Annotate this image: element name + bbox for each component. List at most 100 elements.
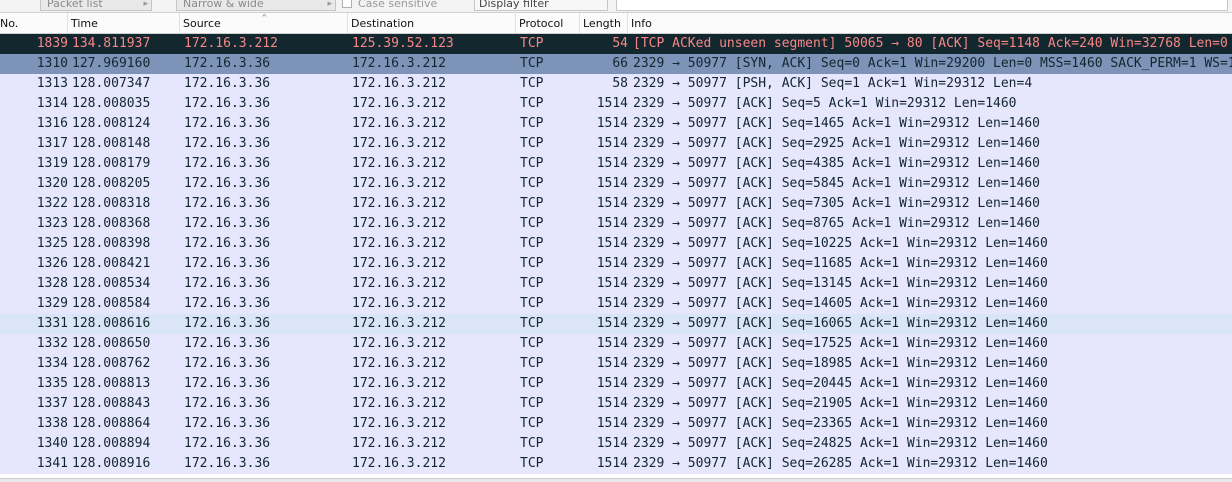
packet-list-header: No. Time Source Destination Protocol Len… <box>0 13 1232 34</box>
packet-source-cell: 172.16.3.36 <box>184 316 271 331</box>
search-in-dropdown[interactable]: Packet list ▸ <box>40 0 152 11</box>
packet-source-cell: 172.16.3.36 <box>184 56 271 71</box>
column-header-protocol[interactable]: Protocol <box>516 13 580 33</box>
packet-no-cell: 1326 <box>36 256 68 271</box>
packet-protocol-cell: TCP <box>520 216 544 231</box>
packet-source-cell: 172.16.3.36 <box>184 156 271 171</box>
packet-info-cell: 2329 → 50977 [ACK] Seq=10225 Ack=1 Win=2… <box>633 236 1048 251</box>
packet-info-cell: 2329 → 50977 [ACK] Seq=26285 Ack=1 Win=2… <box>633 456 1048 471</box>
case-sensitive-checkbox[interactable] <box>342 0 352 8</box>
packet-list: 1839 134.811937 172.16.3.212 125.39.52.123 T… <box>0 34 1232 474</box>
packet-length-cell: 66 <box>612 56 628 71</box>
packet-source-cell: 172.16.3.36 <box>184 76 271 91</box>
packet-info-cell: 2329 → 50977 [ACK] Seq=5 Ack=1 Win=29312… <box>633 96 1017 111</box>
packet-row[interactable]: 1320 128.008205 172.16.3.36 172.16.3.212 TCP… <box>0 174 1232 194</box>
packet-destination-cell: 172.16.3.212 <box>352 356 446 371</box>
packet-row[interactable]: 1332 128.008650 172.16.3.36 172.16.3.212 TCP… <box>0 334 1232 354</box>
packet-info-cell: 2329 → 50977 [ACK] Seq=18985 Ack=1 Win=2… <box>633 356 1048 371</box>
packet-protocol-cell: TCP <box>520 416 544 431</box>
packet-row[interactable]: 1839 134.811937 172.16.3.212 125.39.52.123 T… <box>0 34 1232 54</box>
packet-row[interactable]: 1319 128.008179 172.16.3.36 172.16.3.212 TCP… <box>0 154 1232 174</box>
column-header-length[interactable]: Length <box>580 13 628 33</box>
packet-time-cell: 128.008894 <box>72 436 151 451</box>
search-input[interactable] <box>616 0 1228 11</box>
column-header-destination[interactable]: Destination <box>348 13 516 33</box>
packet-no-cell: 1341 <box>36 456 68 471</box>
packet-protocol-cell: TCP <box>520 176 544 191</box>
column-header-time[interactable]: Time <box>68 13 180 33</box>
packet-row[interactable]: 1314 128.008035 172.16.3.36 172.16.3.212 TCP… <box>0 94 1232 114</box>
packet-source-cell: 172.16.3.36 <box>184 96 271 111</box>
column-header-info[interactable]: Info <box>628 13 1232 33</box>
packet-time-cell: 128.008205 <box>72 176 151 191</box>
packet-protocol-cell: TCP <box>520 196 544 211</box>
packet-row[interactable]: 1313 128.007347 172.16.3.36 172.16.3.212 TCP… <box>0 74 1232 94</box>
packet-row[interactable]: 1323 128.008368 172.16.3.36 172.16.3.212 TCP… <box>0 214 1232 234</box>
packet-row[interactable]: 1341 128.008916 172.16.3.36 172.16.3.212 TCP… <box>0 454 1232 474</box>
packet-info-cell: 2329 → 50977 [ACK] Seq=7305 Ack=1 Win=29… <box>633 196 1040 211</box>
packet-time-cell: 127.969160 <box>72 56 151 71</box>
packet-time-cell: 128.008318 <box>72 196 151 211</box>
packet-row[interactable]: 1328 128.008534 172.16.3.36 172.16.3.212 TCP… <box>0 274 1232 294</box>
search-type-label: Display filter <box>479 0 549 10</box>
packet-no-cell: 1319 <box>36 156 68 171</box>
packet-no-cell: 1316 <box>36 116 68 131</box>
packet-row[interactable]: 1325 128.008398 172.16.3.36 172.16.3.212 TCP… <box>0 234 1232 254</box>
packet-protocol-cell: TCP <box>520 336 544 351</box>
packet-source-cell: 172.16.3.36 <box>184 116 271 131</box>
packet-length-cell: 1514 <box>596 156 628 171</box>
packet-source-cell: 172.16.3.36 <box>184 236 271 251</box>
column-header-no[interactable]: No. <box>0 13 68 33</box>
packet-info-cell: 2329 → 50977 [ACK] Seq=11685 Ack=1 Win=2… <box>633 256 1048 271</box>
packet-info-cell: [TCP ACKed unseen segment] 50065 → 80 [A… <box>633 36 1228 51</box>
packet-length-cell: 1514 <box>596 336 628 351</box>
packet-row[interactable]: 1326 128.008421 172.16.3.36 172.16.3.212 TCP… <box>0 254 1232 274</box>
packet-source-cell: 172.16.3.36 <box>184 276 271 291</box>
packet-time-cell: 128.008813 <box>72 376 151 391</box>
packet-length-cell: 1514 <box>596 356 628 371</box>
packet-row[interactable]: 1338 128.008864 172.16.3.36 172.16.3.212 TCP… <box>0 414 1232 434</box>
packet-time-cell: 128.008650 <box>72 336 151 351</box>
packet-info-cell: 2329 → 50977 [ACK] Seq=13145 Ack=1 Win=2… <box>633 276 1048 291</box>
packet-length-cell: 1514 <box>596 396 628 411</box>
packet-destination-cell: 172.16.3.212 <box>352 216 446 231</box>
packet-row[interactable]: 1334 128.008762 172.16.3.36 172.16.3.212 TCP… <box>0 354 1232 374</box>
packet-row[interactable]: 1329 128.008584 172.16.3.36 172.16.3.212 TCP… <box>0 294 1232 314</box>
packet-info-cell: 2329 → 50977 [ACK] Seq=16065 Ack=1 Win=2… <box>633 316 1048 331</box>
packet-protocol-cell: TCP <box>520 356 544 371</box>
search-type-dropdown[interactable]: Display filter <box>474 0 608 11</box>
packet-destination-cell: 172.16.3.212 <box>352 176 446 191</box>
packet-row[interactable]: 1316 128.008124 172.16.3.36 172.16.3.212 TCP… <box>0 114 1232 134</box>
packet-source-cell: 172.16.3.36 <box>184 416 271 431</box>
packet-length-cell: 1514 <box>596 136 628 151</box>
packet-destination-cell: 172.16.3.212 <box>352 256 446 271</box>
packet-length-cell: 1514 <box>596 236 628 251</box>
packet-source-cell: 172.16.3.36 <box>184 356 271 371</box>
pane-divider[interactable] <box>0 478 1232 482</box>
packet-length-cell: 1514 <box>596 436 628 451</box>
packet-source-cell: 172.16.3.36 <box>184 436 271 451</box>
packet-destination-cell: 172.16.3.212 <box>352 116 446 131</box>
packet-row[interactable]: 1310 127.969160 172.16.3.36 172.16.3.212 TCP… <box>0 54 1232 74</box>
packet-no-cell: 1331 <box>36 316 68 331</box>
packet-row[interactable]: 1322 128.008318 172.16.3.36 172.16.3.212 TCP… <box>0 194 1232 214</box>
packet-source-cell: 172.16.3.36 <box>184 376 271 391</box>
packet-row[interactable]: 1331 128.008616 172.16.3.36 172.16.3.212 TCP… <box>0 314 1232 334</box>
packet-row[interactable]: 1335 128.008813 172.16.3.36 172.16.3.212 TCP… <box>0 374 1232 394</box>
packet-row[interactable]: 1317 128.008148 172.16.3.36 172.16.3.212 TCP… <box>0 134 1232 154</box>
packet-destination-cell: 172.16.3.212 <box>352 336 446 351</box>
packet-row[interactable]: 1337 128.008843 172.16.3.36 172.16.3.212 TCP… <box>0 394 1232 414</box>
packet-protocol-cell: TCP <box>520 396 544 411</box>
packet-protocol-cell: TCP <box>520 76 544 91</box>
packet-row[interactable]: 1340 128.008894 172.16.3.36 172.16.3.212 TCP… <box>0 434 1232 454</box>
packet-time-cell: 128.008843 <box>72 396 151 411</box>
packet-length-cell: 1514 <box>596 116 628 131</box>
packet-protocol-cell: TCP <box>520 116 544 131</box>
packet-time-cell: 128.008762 <box>72 356 151 371</box>
packet-time-cell: 128.008421 <box>72 256 151 271</box>
packet-source-cell: 172.16.3.36 <box>184 136 271 151</box>
packet-no-cell: 1337 <box>36 396 68 411</box>
character-width-dropdown[interactable]: Narrow & wide ▸ <box>176 0 336 11</box>
packet-time-cell: 128.008864 <box>72 416 151 431</box>
packet-no-cell: 1340 <box>36 436 68 451</box>
